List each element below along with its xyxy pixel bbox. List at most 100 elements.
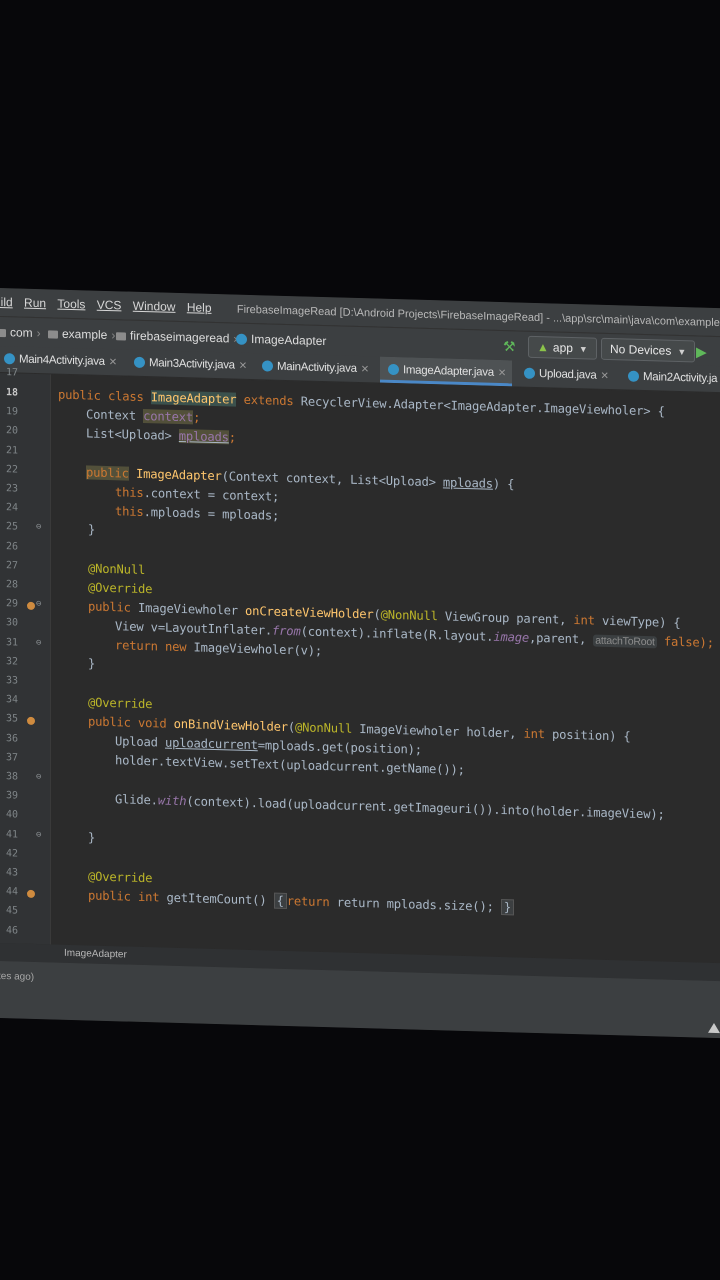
field-name: mploads [178,428,229,445]
device-dropdown[interactable]: No Devices ▼ [601,337,696,363]
code-line[interactable]: } [88,830,95,844]
override-icon[interactable] [27,716,35,725]
line-number: 31 [6,637,19,649]
folded-region[interactable]: } [500,898,515,916]
code-line[interactable]: holder.textView.setText(uploadcurrent.ge… [115,753,465,777]
breadcrumb-label: example [62,326,108,342]
code-line[interactable]: @Override [88,869,152,885]
method-name: onBindViewHolder [173,716,288,735]
class-icon [4,353,15,365]
breadcrumb-imageadapter[interactable]: ImageAdapter [236,324,326,357]
code-line[interactable]: @Override [88,580,152,596]
annotation: @Override [88,869,153,886]
keyword: this [115,504,144,520]
keyword: int [523,726,545,742]
code-text: ImageViewholer [137,600,238,618]
breadcrumb-firebaseimageread[interactable]: firebaseimageread› [116,320,237,353]
chevron-right-icon: › [36,326,41,341]
line-number: 44 [6,886,19,898]
tab-mainactivity[interactable]: MainActivity.java ✕ [262,353,369,382]
tab-label: Upload.java [539,368,597,382]
close-icon[interactable]: ✕ [361,364,369,375]
annotation: @NonNull [88,561,146,578]
menu-run[interactable]: Run [24,289,46,318]
line-number: 36 [6,733,19,745]
tab-imageadapter[interactable]: ImageAdapter.java ✕ [380,356,512,387]
code-line[interactable]: return new ImageViewholer(v); [115,638,322,658]
menu-window[interactable]: Window [133,292,176,321]
keyword: public [86,465,129,481]
keyword: return [286,894,330,910]
close-icon[interactable]: ✕ [498,368,506,379]
code-line[interactable]: this.context = context; [115,485,279,504]
code-text: Context [86,407,136,423]
code-line[interactable]: List<Upload> mploads; [86,426,236,444]
method-name: onCreateViewHolder [245,603,374,622]
structure-breadcrumb[interactable]: ImageAdapter [64,945,127,965]
folder-icon [116,332,126,341]
tab-main2activity[interactable]: Main2Activity.ja [628,364,717,392]
method-name: ImageAdapter [135,466,222,484]
breadcrumb-com[interactable]: com › [0,317,41,348]
code-line[interactable]: } [88,522,95,536]
keyword: new [164,639,187,655]
fold-marker-icon[interactable]: ⊖ [36,522,41,532]
folded-region[interactable]: { [273,892,287,910]
close-icon[interactable]: ✕ [109,357,117,368]
code-line[interactable]: @Override [88,695,152,711]
code-line[interactable]: this.mploads = mploads; [115,504,279,523]
build-hammer-icon[interactable]: ⚒ [503,331,516,361]
menu-build[interactable]: uild [0,288,13,316]
line-number: 37 [6,752,19,764]
keyword: false); [663,634,714,650]
line-number: 22 [6,464,19,476]
status-text: tes ago) [0,970,35,983]
code-line[interactable]: } [88,656,95,670]
code-line[interactable]: @NonNull [88,561,145,577]
annotation: @Override [88,695,153,712]
close-icon[interactable]: ✕ [600,371,608,382]
menu-vcs[interactable]: VCS [97,291,122,320]
close-icon[interactable]: ✕ [239,361,247,372]
fold-marker-icon[interactable]: ⊖ [36,599,41,609]
run-config-dropdown[interactable]: ▲ app ▼ [528,335,597,360]
menu-tools[interactable]: Tools [57,290,85,319]
run-play-icon[interactable]: ▶ [696,336,707,366]
code-text: (Context context, List<Upload> [221,469,443,490]
code-editor[interactable]: 17 18 19 20 21 22 23 24 25 26 27 28 29 3… [0,367,720,964]
code-line[interactable]: Glide.with(context).load(uploadcurrent.g… [115,792,665,821]
code-line[interactable]: public int getItemCount() {return return… [88,888,515,916]
fold-marker-icon[interactable]: ⊖ [36,772,41,782]
code-line[interactable]: Upload uploadcurrent=mploads.get(positio… [115,734,422,757]
folder-icon [48,330,58,339]
code-text: position) { [544,727,631,744]
override-icon[interactable] [27,889,35,898]
code-text: ,parent, [529,630,594,647]
breadcrumb-example[interactable]: example › [48,318,115,350]
keyword: this [115,485,144,501]
keyword: public [88,888,131,904]
tab-main3activity[interactable]: Main3Activity.java ✕ [134,350,247,379]
menu-help[interactable]: Help [187,293,212,322]
chevron-right-icon: › [111,328,116,343]
class-icon [236,333,247,346]
code-text: (context).inflate(R.layout. [300,624,494,644]
code-text: .context = context; [143,486,280,504]
line-number: 40 [6,809,19,821]
code-line[interactable]: Context context; [86,407,200,424]
warning-icon[interactable] [708,1022,720,1034]
tab-upload[interactable]: Upload.java ✕ [524,361,609,389]
line-number: 35 [6,713,19,725]
fold-marker-icon[interactable]: ⊖ [36,638,41,648]
tab-label: Main3Activity.java [149,357,235,372]
class-icon [524,368,535,380]
fold-marker-icon[interactable]: ⊖ [36,830,41,840]
code-text: viewType) { [594,613,681,631]
tab-label: Main2Activity.ja [643,370,718,386]
override-icon[interactable] [27,601,35,610]
code-text: RecyclerView.Adapter<ImageAdapter.ImageV… [293,394,665,419]
line-number: 17 [6,367,19,379]
line-number: 43 [6,867,19,879]
code-text: ; [228,430,236,445]
line-number: 46 [6,925,19,937]
